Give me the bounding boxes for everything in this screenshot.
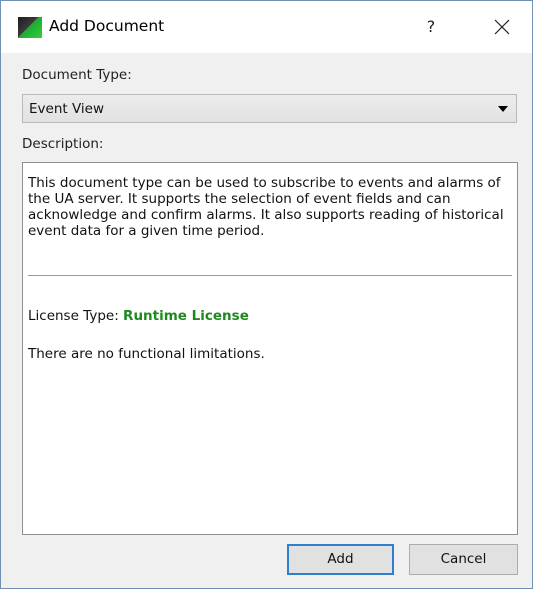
limitations-text: There are no functional limitations.	[28, 346, 265, 362]
license-row: License Type: Runtime License	[28, 308, 249, 324]
description-text: This document type can be used to subscr…	[28, 175, 504, 239]
add-document-dialog: Add Document ? Document Type: Event View…	[0, 0, 533, 589]
divider	[28, 275, 512, 276]
license-type-value: Runtime License	[123, 308, 249, 324]
add-button[interactable]: Add	[287, 544, 394, 575]
cancel-button[interactable]: Cancel	[409, 544, 518, 575]
license-type-label: License Type:	[28, 308, 119, 324]
close-button[interactable]	[479, 9, 525, 45]
app-icon	[18, 17, 42, 38]
document-type-label: Document Type:	[22, 67, 132, 83]
chevron-down-icon	[498, 106, 508, 112]
title-bar[interactable]: Add Document ?	[1, 1, 532, 53]
close-icon	[494, 19, 510, 35]
description-panel[interactable]: This document type can be used to subscr…	[22, 162, 518, 535]
help-button[interactable]: ?	[411, 9, 451, 45]
description-label: Description:	[22, 136, 104, 152]
document-type-value: Event View	[29, 101, 105, 117]
dialog-title: Add Document	[49, 17, 165, 35]
document-type-select[interactable]: Event View	[22, 94, 517, 123]
